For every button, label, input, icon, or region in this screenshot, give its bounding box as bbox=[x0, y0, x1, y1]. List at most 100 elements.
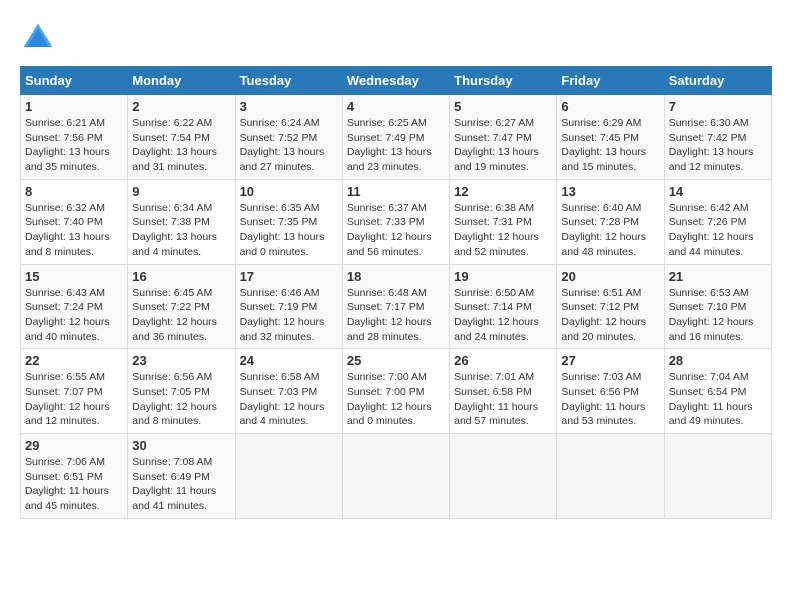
day-number: 13 bbox=[561, 184, 659, 199]
day-info: Sunrise: 6:42 AM Sunset: 7:26 PM Dayligh… bbox=[669, 201, 767, 260]
day-header-tuesday: Tuesday bbox=[235, 67, 342, 95]
calendar-week-1: 1Sunrise: 6:21 AM Sunset: 7:56 PM Daylig… bbox=[21, 95, 772, 180]
day-info: Sunrise: 6:56 AM Sunset: 7:05 PM Dayligh… bbox=[132, 370, 230, 429]
day-number: 20 bbox=[561, 269, 659, 284]
day-number: 9 bbox=[132, 184, 230, 199]
day-info: Sunrise: 6:40 AM Sunset: 7:28 PM Dayligh… bbox=[561, 201, 659, 260]
day-info: Sunrise: 6:32 AM Sunset: 7:40 PM Dayligh… bbox=[25, 201, 123, 260]
calendar-header-row: SundayMondayTuesdayWednesdayThursdayFrid… bbox=[21, 67, 772, 95]
day-info: Sunrise: 6:50 AM Sunset: 7:14 PM Dayligh… bbox=[454, 286, 552, 345]
calendar-cell bbox=[557, 434, 664, 519]
day-number: 6 bbox=[561, 99, 659, 114]
day-header-thursday: Thursday bbox=[450, 67, 557, 95]
day-number: 29 bbox=[25, 438, 123, 453]
page-header bbox=[20, 20, 772, 56]
day-info: Sunrise: 6:58 AM Sunset: 7:03 PM Dayligh… bbox=[240, 370, 338, 429]
day-number: 19 bbox=[454, 269, 552, 284]
calendar-cell: 9 Sunrise: 6:34 AM Sunset: 7:38 PM Daylig… bbox=[128, 179, 235, 264]
calendar-cell bbox=[664, 434, 771, 519]
calendar-cell: 26 Sunrise: 7:01 AM Sunset: 6:58 PM Dayli… bbox=[450, 349, 557, 434]
calendar-week-2: 8 Sunrise: 6:32 AM Sunset: 7:40 PM Daylig… bbox=[21, 179, 772, 264]
day-info: Sunrise: 6:27 AM Sunset: 7:47 PM Dayligh… bbox=[454, 116, 552, 175]
day-number: 25 bbox=[347, 353, 445, 368]
day-info: Sunrise: 7:08 AM Sunset: 6:49 PM Dayligh… bbox=[132, 455, 230, 514]
day-number: 5 bbox=[454, 99, 552, 114]
day-info: Sunrise: 6:43 AM Sunset: 7:24 PM Dayligh… bbox=[25, 286, 123, 345]
day-number: 4 bbox=[347, 99, 445, 114]
calendar-cell: 1Sunrise: 6:21 AM Sunset: 7:56 PM Daylig… bbox=[21, 95, 128, 180]
calendar-cell: 13 Sunrise: 6:40 AM Sunset: 7:28 PM Dayli… bbox=[557, 179, 664, 264]
calendar-cell: 29 Sunrise: 7:06 AM Sunset: 6:51 PM Dayli… bbox=[21, 434, 128, 519]
day-info: Sunrise: 7:06 AM Sunset: 6:51 PM Dayligh… bbox=[25, 455, 123, 514]
calendar-cell: 25 Sunrise: 7:00 AM Sunset: 7:00 PM Dayli… bbox=[342, 349, 449, 434]
day-number: 17 bbox=[240, 269, 338, 284]
calendar-cell: 4 Sunrise: 6:25 AM Sunset: 7:49 PM Daylig… bbox=[342, 95, 449, 180]
calendar-cell: 10 Sunrise: 6:35 AM Sunset: 7:35 PM Dayli… bbox=[235, 179, 342, 264]
day-info: Sunrise: 6:51 AM Sunset: 7:12 PM Dayligh… bbox=[561, 286, 659, 345]
day-header-sunday: Sunday bbox=[21, 67, 128, 95]
day-number: 23 bbox=[132, 353, 230, 368]
day-info: Sunrise: 6:45 AM Sunset: 7:22 PM Dayligh… bbox=[132, 286, 230, 345]
day-number: 8 bbox=[25, 184, 123, 199]
logo-icon bbox=[20, 20, 56, 56]
day-number: 14 bbox=[669, 184, 767, 199]
calendar-cell: 18 Sunrise: 6:48 AM Sunset: 7:17 PM Dayli… bbox=[342, 264, 449, 349]
day-info: Sunrise: 6:24 AM Sunset: 7:52 PM Dayligh… bbox=[240, 116, 338, 175]
day-number: 16 bbox=[132, 269, 230, 284]
day-info: Sunrise: 6:37 AM Sunset: 7:33 PM Dayligh… bbox=[347, 201, 445, 260]
day-number: 3 bbox=[240, 99, 338, 114]
day-info: Sunrise: 6:25 AM Sunset: 7:49 PM Dayligh… bbox=[347, 116, 445, 175]
calendar-cell: 23 Sunrise: 6:56 AM Sunset: 7:05 PM Dayli… bbox=[128, 349, 235, 434]
calendar-cell: 3 Sunrise: 6:24 AM Sunset: 7:52 PM Daylig… bbox=[235, 95, 342, 180]
day-number: 27 bbox=[561, 353, 659, 368]
day-info: Sunrise: 6:34 AM Sunset: 7:38 PM Dayligh… bbox=[132, 201, 230, 260]
day-number: 15 bbox=[25, 269, 123, 284]
day-info: Sunrise: 6:38 AM Sunset: 7:31 PM Dayligh… bbox=[454, 201, 552, 260]
day-info: Sunrise: 6:30 AM Sunset: 7:42 PM Dayligh… bbox=[669, 116, 767, 175]
day-number: 12 bbox=[454, 184, 552, 199]
calendar-cell: 2 Sunrise: 6:22 AM Sunset: 7:54 PM Daylig… bbox=[128, 95, 235, 180]
calendar-cell: 8 Sunrise: 6:32 AM Sunset: 7:40 PM Daylig… bbox=[21, 179, 128, 264]
calendar-table: SundayMondayTuesdayWednesdayThursdayFrid… bbox=[20, 66, 772, 519]
calendar-cell: 20 Sunrise: 6:51 AM Sunset: 7:12 PM Dayli… bbox=[557, 264, 664, 349]
day-number: 2 bbox=[132, 99, 230, 114]
calendar-cell: 28Sunrise: 7:04 AM Sunset: 6:54 PM Dayli… bbox=[664, 349, 771, 434]
day-number: 10 bbox=[240, 184, 338, 199]
day-header-friday: Friday bbox=[557, 67, 664, 95]
day-number: 26 bbox=[454, 353, 552, 368]
day-number: 1 bbox=[25, 99, 123, 114]
calendar-cell: 6 Sunrise: 6:29 AM Sunset: 7:45 PM Daylig… bbox=[557, 95, 664, 180]
day-info: Sunrise: 6:35 AM Sunset: 7:35 PM Dayligh… bbox=[240, 201, 338, 260]
calendar-cell bbox=[235, 434, 342, 519]
day-number: 18 bbox=[347, 269, 445, 284]
day-header-wednesday: Wednesday bbox=[342, 67, 449, 95]
calendar-cell bbox=[450, 434, 557, 519]
day-number: 11 bbox=[347, 184, 445, 199]
day-info: Sunrise: 6:22 AM Sunset: 7:54 PM Dayligh… bbox=[132, 116, 230, 175]
day-header-monday: Monday bbox=[128, 67, 235, 95]
calendar-cell: 5 Sunrise: 6:27 AM Sunset: 7:47 PM Daylig… bbox=[450, 95, 557, 180]
day-info: Sunrise: 6:29 AM Sunset: 7:45 PM Dayligh… bbox=[561, 116, 659, 175]
calendar-cell: 14 Sunrise: 6:42 AM Sunset: 7:26 PM Dayli… bbox=[664, 179, 771, 264]
calendar-cell: 15 Sunrise: 6:43 AM Sunset: 7:24 PM Dayli… bbox=[21, 264, 128, 349]
day-number: 30 bbox=[132, 438, 230, 453]
calendar-cell: 17 Sunrise: 6:46 AM Sunset: 7:19 PM Dayli… bbox=[235, 264, 342, 349]
day-info: Sunrise: 7:00 AM Sunset: 7:00 PM Dayligh… bbox=[347, 370, 445, 429]
day-info: Sunrise: 6:48 AM Sunset: 7:17 PM Dayligh… bbox=[347, 286, 445, 345]
calendar-cell bbox=[342, 434, 449, 519]
calendar-week-4: 22Sunrise: 6:55 AM Sunset: 7:07 PM Dayli… bbox=[21, 349, 772, 434]
calendar-week-3: 15 Sunrise: 6:43 AM Sunset: 7:24 PM Dayli… bbox=[21, 264, 772, 349]
day-number: 21 bbox=[669, 269, 767, 284]
day-info: Sunrise: 6:46 AM Sunset: 7:19 PM Dayligh… bbox=[240, 286, 338, 345]
day-number: 24 bbox=[240, 353, 338, 368]
calendar-cell: 22Sunrise: 6:55 AM Sunset: 7:07 PM Dayli… bbox=[21, 349, 128, 434]
day-info: Sunrise: 7:01 AM Sunset: 6:58 PM Dayligh… bbox=[454, 370, 552, 429]
day-number: 7 bbox=[669, 99, 767, 114]
calendar-cell: 12 Sunrise: 6:38 AM Sunset: 7:31 PM Dayli… bbox=[450, 179, 557, 264]
calendar-cell: 21 Sunrise: 6:53 AM Sunset: 7:10 PM Dayli… bbox=[664, 264, 771, 349]
calendar-cell: 7 Sunrise: 6:30 AM Sunset: 7:42 PM Daylig… bbox=[664, 95, 771, 180]
calendar-week-5: 29 Sunrise: 7:06 AM Sunset: 6:51 PM Dayli… bbox=[21, 434, 772, 519]
logo bbox=[20, 20, 62, 56]
day-header-saturday: Saturday bbox=[664, 67, 771, 95]
day-info: Sunrise: 6:53 AM Sunset: 7:10 PM Dayligh… bbox=[669, 286, 767, 345]
